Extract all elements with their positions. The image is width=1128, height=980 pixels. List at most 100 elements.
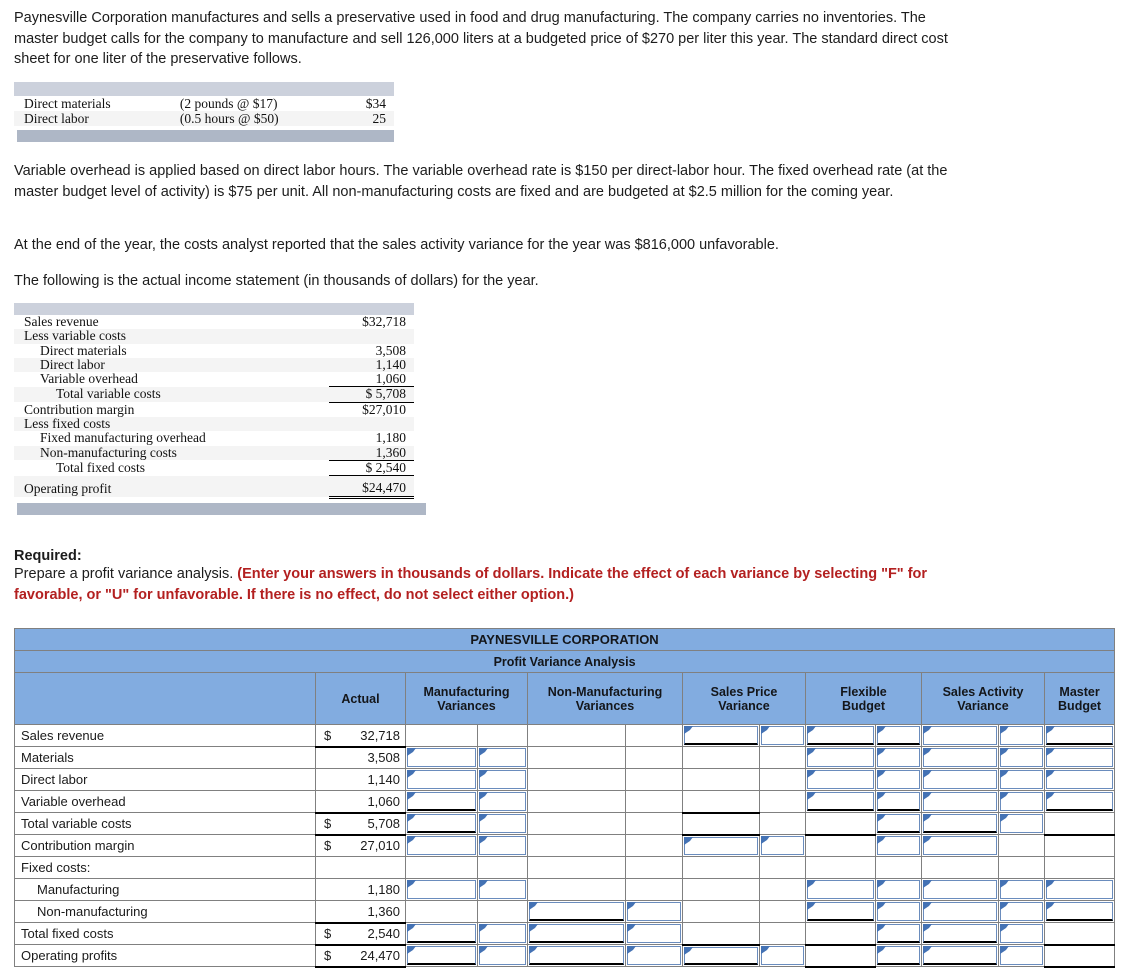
sales-price-variance-input-cell[interactable] [682,834,760,857]
nonmfg-variance-input-cell[interactable] [527,812,626,835]
mfg-variance-fu-cell[interactable] [477,922,528,945]
flexible-budget-extra-cell[interactable] [875,922,922,945]
sales-activity-variance-input-cell[interactable] [921,856,999,879]
sales-activity-variance-input-cell[interactable] [921,944,999,967]
sales-activity-variance-fu-cell[interactable] [998,768,1045,791]
flexible-budget-input-cell[interactable] [805,790,876,813]
sales-activity-variance-fu-cell[interactable] [998,878,1045,901]
sales-price-variance-fu-cell[interactable] [759,812,806,835]
sales-activity-variance-fu-cell[interactable] [998,944,1045,967]
sales-activity-variance-input-cell[interactable] [921,724,999,747]
sales-price-variance-input-cell[interactable] [682,922,760,946]
master-budget-input-cell[interactable] [1043,834,1116,857]
flexible-budget-input-cell[interactable] [805,768,876,791]
flexible-budget-extra-cell[interactable] [875,856,922,879]
nonmfg-variance-input-cell[interactable] [527,724,626,747]
sales-price-variance-input-cell[interactable] [682,790,760,814]
sales-price-variance-input-cell[interactable] [682,900,760,923]
sales-price-variance-fu-cell[interactable] [759,724,806,747]
master-budget-input-cell[interactable] [1043,768,1116,791]
master-budget-input-cell[interactable] [1043,746,1116,769]
sales-activity-variance-fu-cell[interactable] [998,856,1045,879]
flexible-budget-input-cell[interactable] [805,900,876,923]
sales-price-variance-fu-cell[interactable] [759,746,806,769]
master-budget-input-cell[interactable] [1043,724,1116,747]
nonmfg-variance-input-cell[interactable] [527,746,626,769]
mfg-variance-input-cell[interactable] [405,812,478,835]
mfg-variance-input-cell[interactable] [405,878,478,901]
sales-activity-variance-input-cell[interactable] [921,834,999,857]
mfg-variance-fu-cell[interactable] [477,900,528,923]
nonmfg-variance-input-cell[interactable] [527,790,626,813]
mfg-variance-input-cell[interactable] [405,790,478,813]
flexible-budget-extra-cell[interactable] [875,878,922,901]
flexible-budget-extra-cell[interactable] [875,724,922,747]
sales-price-variance-fu-cell[interactable] [759,790,806,813]
sales-price-variance-fu-cell[interactable] [759,834,806,857]
flexible-budget-extra-cell[interactable] [875,790,922,813]
mfg-variance-fu-cell[interactable] [477,944,528,967]
flexible-budget-input-cell[interactable] [805,746,876,769]
sales-activity-variance-fu-cell[interactable] [998,900,1045,923]
sales-price-variance-input-cell[interactable] [682,856,760,879]
nonmfg-variance-input-cell[interactable] [527,856,626,879]
mfg-variance-input-cell[interactable] [405,768,478,791]
mfg-variance-input-cell[interactable] [405,944,478,967]
sales-activity-variance-input-cell[interactable] [921,922,999,945]
flexible-budget-extra-cell[interactable] [875,768,922,791]
mfg-variance-fu-cell[interactable] [477,746,528,769]
sales-price-variance-input-cell[interactable] [682,746,760,769]
mfg-variance-input-cell[interactable] [405,834,478,857]
mfg-variance-fu-cell[interactable] [477,878,528,901]
flexible-budget-extra-cell[interactable] [875,746,922,769]
nonmfg-variance-fu-cell[interactable] [625,922,683,945]
mfg-variance-input-cell[interactable] [405,922,478,945]
mfg-variance-fu-cell[interactable] [477,790,528,813]
flexible-budget-input-cell[interactable] [805,878,876,901]
sales-activity-variance-input-cell[interactable] [921,768,999,791]
master-budget-input-cell[interactable] [1043,878,1116,901]
sales-price-variance-input-cell[interactable] [682,768,760,791]
sales-price-variance-input-cell[interactable] [682,812,760,836]
flexible-budget-extra-cell[interactable] [875,900,922,923]
master-budget-input-cell[interactable] [1043,812,1116,836]
flexible-budget-extra-cell[interactable] [875,812,922,835]
flexible-budget-input-cell[interactable] [805,944,876,968]
flexible-budget-input-cell[interactable] [805,922,876,946]
sales-activity-variance-input-cell[interactable] [921,790,999,813]
sales-activity-variance-fu-cell[interactable] [998,724,1045,747]
nonmfg-variance-fu-cell[interactable] [625,746,683,769]
master-budget-input-cell[interactable] [1043,900,1116,923]
nonmfg-variance-fu-cell[interactable] [625,944,683,967]
nonmfg-variance-fu-cell[interactable] [625,878,683,901]
sales-price-variance-input-cell[interactable] [682,878,760,901]
mfg-variance-fu-cell[interactable] [477,856,528,879]
flexible-budget-input-cell[interactable] [805,834,876,857]
mfg-variance-input-cell[interactable] [405,724,478,747]
nonmfg-variance-fu-cell[interactable] [625,812,683,835]
nonmfg-variance-input-cell[interactable] [527,922,626,945]
nonmfg-variance-input-cell[interactable] [527,834,626,857]
mfg-variance-input-cell[interactable] [405,856,478,879]
nonmfg-variance-fu-cell[interactable] [625,768,683,791]
master-budget-input-cell[interactable] [1043,856,1116,879]
sales-price-variance-input-cell[interactable] [682,724,760,747]
nonmfg-variance-fu-cell[interactable] [625,856,683,879]
nonmfg-variance-fu-cell[interactable] [625,900,683,923]
master-budget-input-cell[interactable] [1043,790,1116,813]
nonmfg-variance-fu-cell[interactable] [625,790,683,813]
flexible-budget-extra-cell[interactable] [875,834,922,857]
flexible-budget-input-cell[interactable] [805,856,876,879]
mfg-variance-input-cell[interactable] [405,746,478,769]
mfg-variance-fu-cell[interactable] [477,834,528,857]
sales-activity-variance-fu-cell[interactable] [998,922,1045,945]
sales-price-variance-fu-cell[interactable] [759,878,806,901]
sales-price-variance-input-cell[interactable] [682,944,760,967]
sales-price-variance-fu-cell[interactable] [759,856,806,879]
sales-price-variance-fu-cell[interactable] [759,900,806,923]
sales-activity-variance-fu-cell[interactable] [998,790,1045,813]
sales-activity-variance-input-cell[interactable] [921,812,999,835]
nonmfg-variance-input-cell[interactable] [527,768,626,791]
sales-price-variance-fu-cell[interactable] [759,922,806,945]
sales-activity-variance-input-cell[interactable] [921,746,999,769]
